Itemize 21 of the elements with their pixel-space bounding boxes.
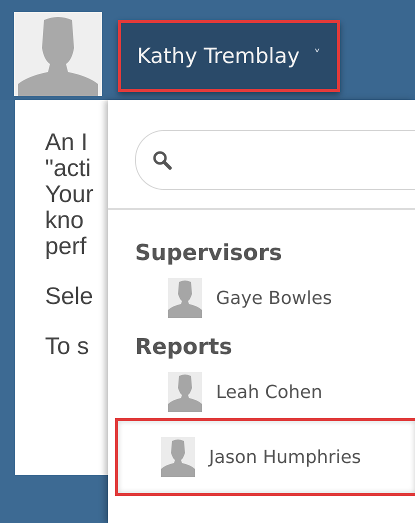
person-item[interactable]: Leah Cohen	[115, 366, 415, 418]
body-text: To s	[45, 334, 90, 360]
body-text: kno	[45, 208, 84, 234]
person-name: Gaye Bowles	[216, 288, 332, 308]
body-text: Your	[45, 182, 94, 208]
person-name: Leah Cohen	[216, 382, 322, 402]
person-icon	[168, 278, 202, 318]
person-icon	[161, 437, 195, 477]
search-icon	[152, 150, 172, 170]
body-text: perf	[45, 234, 86, 260]
person-item[interactable]: Jason Humphries	[115, 418, 415, 496]
body-text: An I	[45, 130, 88, 156]
body-text: Sele	[45, 284, 94, 310]
search-field[interactable]	[135, 130, 415, 190]
group-heading: Reports	[134, 334, 234, 362]
group-heading: Supervisors	[134, 240, 284, 268]
person-icon	[168, 372, 202, 412]
person-item[interactable]: Gaye Bowles	[115, 272, 415, 324]
user-menu-button[interactable]: Kathy Tremblay ˅	[118, 20, 340, 92]
body-text: "acti	[45, 156, 91, 182]
person-name: Jason Humphries	[209, 446, 362, 468]
